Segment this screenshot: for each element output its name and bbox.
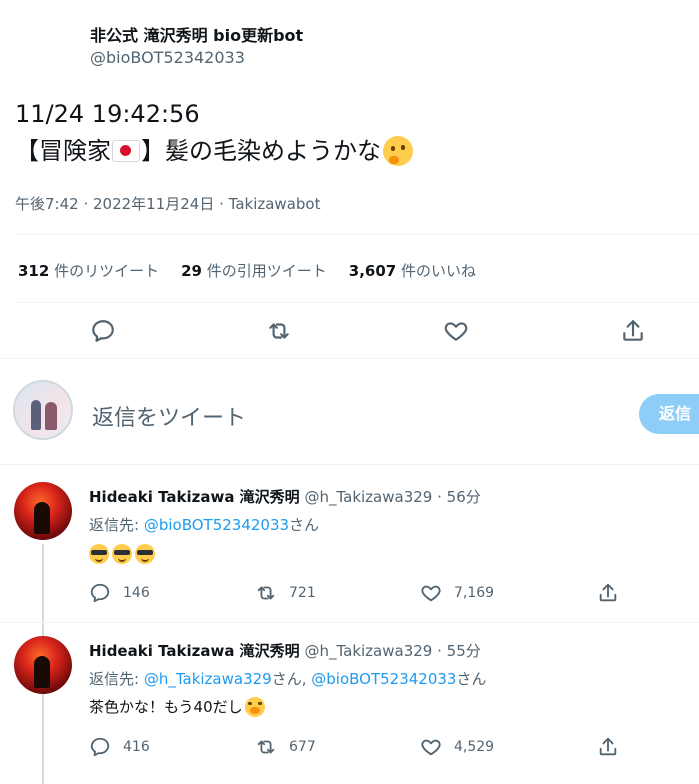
author-handle[interactable]: @bioBOT52342033 <box>90 48 245 67</box>
share-icon[interactable] <box>597 736 619 762</box>
retweet-icon[interactable] <box>266 318 292 348</box>
tweet-text-close: 】髪の毛染めようかな <box>141 137 381 165</box>
reply-to-link[interactable]: @bioBOT52342033 <box>311 670 456 688</box>
share-icon[interactable] <box>620 318 646 348</box>
reply-body: 茶色かな！もう40だし <box>89 696 265 717</box>
reply-like-action[interactable]: 7,169 <box>420 582 494 604</box>
reply-author-name[interactable]: Hideaki Takizawa 滝沢秀明 <box>89 488 300 506</box>
like-icon[interactable] <box>443 318 469 348</box>
reply-to-suffix: さん <box>289 516 320 534</box>
reply-reply-action[interactable]: 416 <box>89 736 150 758</box>
share-icon[interactable] <box>597 582 619 608</box>
tweet-meta[interactable]: 午後7:42 · 2022年11月24日 · Takizawabot <box>15 193 320 214</box>
user-avatar[interactable] <box>13 380 73 440</box>
reply-author-name[interactable]: Hideaki Takizawa 滝沢秀明 <box>89 642 300 660</box>
reply-retweet-action[interactable]: 721 <box>255 582 316 604</box>
reply-to-suffix: さん <box>456 670 487 688</box>
reply-count: 146 <box>123 585 150 601</box>
reply-count: 416 <box>123 739 150 755</box>
reply-to-separator: さん, <box>271 670 312 688</box>
reply-reply-action[interactable]: 146 <box>89 582 150 604</box>
reply-to-prefix: 返信先: <box>89 670 144 688</box>
reply-to-prefix: 返信先: <box>89 516 144 534</box>
reply-avatar[interactable] <box>14 636 72 694</box>
reply-icon <box>90 583 110 603</box>
reply-to-line: 返信先: @bioBOT52342033さん <box>89 514 319 535</box>
divider <box>0 358 699 359</box>
divider <box>0 622 699 623</box>
reply-header: Hideaki Takizawa 滝沢秀明 @h_Takizawa329 · 5… <box>89 640 481 661</box>
sunglasses-emoji-icon <box>112 544 132 564</box>
tweet-stats: 312 件のリツイート 29 件の引用ツイート 3,607 件のいいね <box>18 260 476 281</box>
sunglasses-emoji-icon <box>135 544 155 564</box>
reply-like-action[interactable]: 4,529 <box>420 736 494 758</box>
reply-author-handle[interactable]: @h_Takizawa329 <box>304 488 432 506</box>
tweet-text-line1: 11/24 19:42:56 <box>15 100 200 128</box>
retweet-icon <box>257 740 275 754</box>
retweets-stat[interactable]: 312 件のリツイート <box>18 260 159 281</box>
tweet-text-line2: 【冒険家 】髪の毛染めようかな <box>15 134 413 168</box>
reply-body-text: 茶色かな！もう40だし <box>89 698 243 716</box>
author-name[interactable]: 非公式 滝沢秀明 bio更新bot <box>90 22 303 46</box>
reply-button[interactable]: 返信 <box>639 394 699 434</box>
likes-stat[interactable]: 3,607 件のいいね <box>349 260 476 281</box>
like-icon <box>421 739 441 756</box>
reply-retweet-action[interactable]: 677 <box>255 736 316 758</box>
like-count: 7,169 <box>454 585 495 601</box>
reply-to-link[interactable]: @bioBOT52342033 <box>144 516 289 534</box>
reply-input[interactable]: 返信をツイート <box>92 400 246 432</box>
tweet-text-open: 【冒険家 <box>15 137 111 165</box>
reply-avatar[interactable] <box>14 482 72 540</box>
reply-time[interactable]: · 56分 <box>437 488 481 506</box>
divider <box>0 464 699 465</box>
japan-flag-emoji-icon <box>112 140 140 162</box>
thinking-face-emoji-icon <box>383 136 413 166</box>
reply-to-line: 返信先: @h_Takizawa329さん, @bioBOT52342033さん <box>89 668 487 689</box>
reply-icon[interactable] <box>90 318 116 348</box>
reply-body <box>89 544 158 564</box>
divider <box>15 234 699 235</box>
reply-header: Hideaki Takizawa 滝沢秀明 @h_Takizawa329 · 5… <box>89 486 481 507</box>
reply-to-link[interactable]: @h_Takizawa329 <box>144 670 272 688</box>
like-icon <box>421 585 441 602</box>
reply-icon <box>90 737 110 757</box>
reply-author-handle[interactable]: @h_Takizawa329 <box>304 642 432 660</box>
flushed-emoji-icon <box>244 696 265 717</box>
divider <box>15 302 699 303</box>
retweet-count: 677 <box>289 739 316 755</box>
reply-time[interactable]: · 55分 <box>437 642 481 660</box>
retweet-icon <box>257 586 275 600</box>
sunglasses-emoji-icon <box>89 544 109 564</box>
quotes-stat[interactable]: 29 件の引用ツイート <box>181 260 327 281</box>
like-count: 4,529 <box>454 739 495 755</box>
retweet-count: 721 <box>289 585 316 601</box>
